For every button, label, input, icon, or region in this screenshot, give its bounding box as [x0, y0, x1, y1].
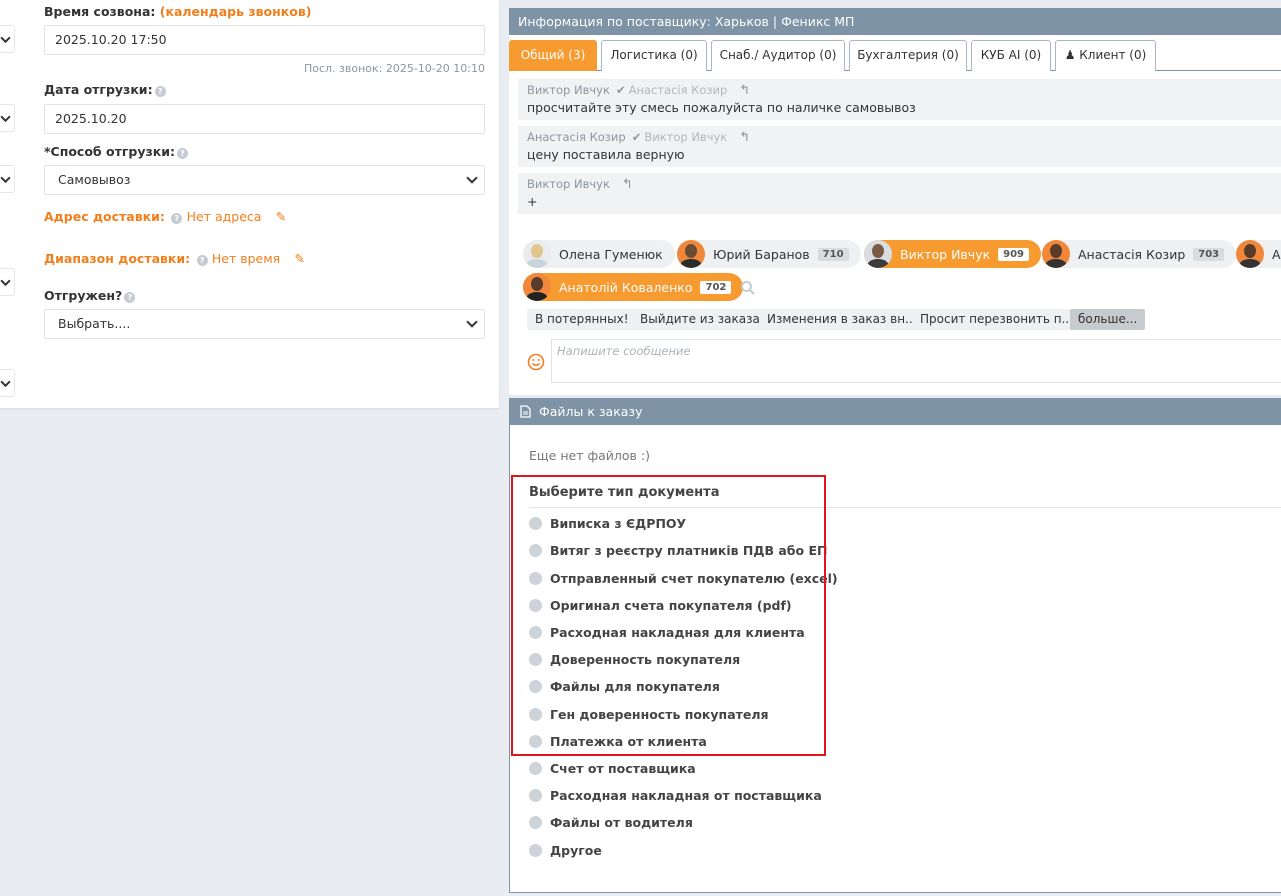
user-chip[interactable]: Олена Гуменюк: [523, 240, 675, 500]
file-icon: [520, 405, 531, 418]
radio-icon[interactable]: [529, 652, 542, 666]
radio-icon[interactable]: [529, 843, 542, 857]
tab-logistics[interactable]: Логистика (0): [601, 40, 707, 71]
doc-type-option[interactable]: Файлы для покупателя: [529, 677, 720, 695]
radio-icon[interactable]: [529, 815, 542, 829]
doc-type-option[interactable]: Ген доверенность покупателя: [529, 705, 769, 723]
help-icon[interactable]: ?: [154, 86, 166, 97]
user-chip-active[interactable]: Анатолій Коваленко 702: [523, 273, 744, 301]
quick-reply-button[interactable]: Изменения в заказ вн...: [759, 309, 925, 330]
chat-message: Виктор Ивчук ↰ +: [518, 173, 1281, 214]
doc-type-option[interactable]: Оригинал счета покупателя (pdf): [529, 596, 792, 614]
tab-general[interactable]: Общий (3): [509, 40, 597, 71]
search-icon[interactable]: [740, 280, 756, 296]
doc-type-option[interactable]: Расходная накладная для клиента: [529, 623, 805, 641]
more-replies-button[interactable]: больше...: [1070, 309, 1146, 330]
reply-icon[interactable]: ↰: [622, 177, 633, 192]
delivery-range[interactable]: Диапазон доставки: ? Нет время ✎: [44, 251, 305, 266]
doc-type-option[interactable]: Счет от поставщика: [529, 759, 696, 777]
supplier-tabs: Общий (3) Логистика (0) Снаб./ Аудитор (…: [509, 40, 1281, 71]
files-header: Файлы к заказу: [510, 398, 1281, 425]
doc-type-option[interactable]: Платежка от клиента: [529, 732, 707, 750]
radio-icon[interactable]: [529, 598, 542, 612]
delivery-address[interactable]: Адрес доставки: ? Нет адреса ✎: [44, 209, 286, 224]
user-chip-active[interactable]: Виктор Ивчук 909: [864, 240, 1042, 268]
chevron-down-icon[interactable]: [0, 369, 15, 397]
chat-message: Анастасія Козир ✔ Виктор Ивчук ↰ цену поста…: [518, 126, 1281, 167]
files-panel: Файлы к заказу Еще нет файлов :) Выберит…: [509, 398, 1281, 893]
user-chip[interactable]: Анастасія Козир 703: [1042, 240, 1237, 268]
shipped-select[interactable]: Выбрать....: [44, 309, 485, 339]
user-chip[interactable]: Юрий Баранов 710: [677, 240, 861, 268]
tab-kub-ai[interactable]: КУБ AI (0): [971, 40, 1051, 71]
radio-icon[interactable]: [529, 734, 542, 748]
check-icon: ✔: [615, 83, 626, 97]
avatar: [523, 240, 551, 268]
avatar: [1042, 240, 1070, 268]
supplier-info-panel: Информация по поставщику: Харьков | Фени…: [509, 8, 1281, 500]
doc-type-option[interactable]: Доверенность покупателя: [529, 650, 740, 668]
radio-icon[interactable]: [529, 625, 542, 639]
help-icon[interactable]: ?: [196, 255, 208, 266]
pencil-icon[interactable]: ✎: [295, 251, 305, 266]
user-chip[interactable]: Ан: [1236, 240, 1281, 268]
pencil-icon[interactable]: ✎: [276, 209, 286, 224]
radio-icon[interactable]: [529, 788, 542, 802]
ship-method-label: *Способ отгрузки:?: [44, 144, 188, 159]
divider: [529, 507, 1281, 508]
doc-type-option[interactable]: Отправленный счет покупателю (excel): [529, 569, 838, 587]
quick-reply-button[interactable]: Просит перезвонить п...: [912, 309, 1082, 330]
chevron-down-icon[interactable]: [0, 25, 15, 53]
help-icon[interactable]: ?: [124, 292, 136, 303]
check-icon: ✔: [631, 130, 642, 144]
doc-type-option[interactable]: Файлы от водителя: [529, 813, 693, 831]
message-input[interactable]: Напишите сообщение: [551, 339, 1281, 383]
call-calendar-link[interactable]: (календарь звонков): [160, 4, 312, 19]
last-call-hint: Посл. звонок: 2025-10-20 10:10: [303, 62, 485, 75]
quick-reply-button[interactable]: В потерянных!: [527, 309, 637, 330]
chat-message: Виктор Ивчук ✔ Анастасія Козир ↰ просчитайт…: [518, 79, 1281, 120]
ship-date-label: Дата отгрузки:?: [44, 82, 166, 97]
chevron-down-icon[interactable]: [0, 104, 15, 132]
tab-client[interactable]: ♟ Клиент (0): [1055, 40, 1156, 71]
radio-icon[interactable]: [529, 761, 542, 775]
call-time-input[interactable]: 2025.10.20 17:50: [44, 25, 485, 55]
shipped-label: Отгружен??: [44, 288, 136, 303]
supplier-header: Информация по поставщику: Харьков | Фени…: [509, 8, 1281, 35]
avatar: [1236, 240, 1264, 268]
doc-type-option[interactable]: Виписка з ЄДРПОУ: [529, 514, 686, 532]
chevron-down-icon[interactable]: [0, 165, 15, 193]
radio-icon[interactable]: [529, 679, 542, 693]
doc-type-option[interactable]: Другое: [529, 841, 602, 859]
avatar: [523, 273, 551, 301]
reply-icon[interactable]: ↰: [739, 130, 750, 145]
help-icon[interactable]: ?: [176, 148, 188, 159]
smile-icon[interactable]: [527, 353, 545, 371]
avatar: [677, 240, 705, 268]
doc-type-option[interactable]: Витяг з реєстру платників ПДВ або ЕП: [529, 541, 827, 559]
doc-type-title: Выберите тип документа: [529, 485, 720, 500]
ship-date-input[interactable]: 2025.10.20: [44, 104, 485, 134]
doc-type-option[interactable]: Расходная накладная от поставщика: [529, 786, 822, 804]
radio-icon[interactable]: [529, 707, 542, 721]
ship-method-select[interactable]: Самовывоз: [44, 165, 485, 195]
user-icon: ♟: [1064, 48, 1076, 62]
radio-icon[interactable]: [529, 571, 542, 585]
no-files-text: Еще нет файлов :): [529, 448, 650, 463]
tab-accounting[interactable]: Бухгалтерия (0): [849, 40, 967, 71]
reply-icon[interactable]: ↰: [739, 83, 750, 98]
radio-icon[interactable]: [529, 543, 542, 557]
quick-reply-button[interactable]: Выйдите из заказа: [632, 309, 768, 330]
tab-supply-auditor[interactable]: Снаб./ Аудитор (0): [711, 40, 845, 71]
help-icon[interactable]: ?: [171, 213, 183, 224]
call-time-label: Время созвона: (календарь звонков): [44, 4, 312, 19]
chevron-down-icon[interactable]: [0, 268, 15, 296]
radio-icon[interactable]: [529, 516, 542, 530]
order-form-panel: Время созвона: (календарь звонков) 2025.…: [0, 0, 499, 408]
avatar: [864, 240, 892, 268]
